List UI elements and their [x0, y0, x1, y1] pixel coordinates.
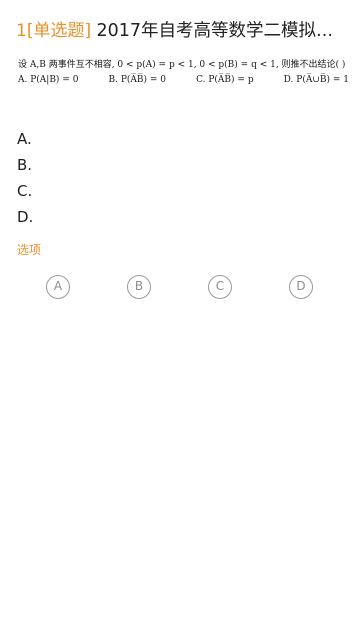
answer-choice-row: A B C D — [0, 275, 360, 303]
answer-button-c[interactable]: C — [208, 275, 232, 299]
option-b[interactable]: B. — [17, 152, 347, 178]
answer-button-d[interactable]: D — [289, 275, 313, 299]
question-stem-image: 设 A,B 两事件互不相容, 0 < p(A) = p < 1, 0 < p(B… — [18, 58, 353, 92]
question-type-label: [单选题] — [26, 21, 92, 41]
option-c[interactable]: C. — [17, 178, 347, 204]
options-section-label: 选项 — [17, 243, 42, 257]
question-number: 1 — [16, 21, 27, 41]
stem-choice-c: C. P(A̅B̅) = p — [196, 75, 254, 85]
stem-choice-b: B. P(A̅B̅) = 0 — [108, 75, 167, 85]
stem-choice-a: A. P(A|B) = 0 — [18, 75, 79, 85]
stem-choice-d: D. P(A̅∪B̅) = 1 — [283, 75, 349, 85]
option-list: A. B. C. D. — [17, 126, 347, 230]
question-header: 1[单选题] 2017年自考高等数学二模拟试... — [16, 14, 346, 48]
option-d[interactable]: D. — [17, 204, 347, 230]
answer-button-b[interactable]: B — [127, 275, 151, 299]
answer-button-a[interactable]: A — [46, 275, 70, 299]
question-stem-text: 设 A,B 两事件互不相容, 0 < p(A) = p < 1, 0 < p(B… — [18, 60, 346, 70]
option-a[interactable]: A. — [17, 126, 347, 152]
question-title: 2017年自考高等数学二模拟试... — [96, 21, 347, 41]
question-stem-choices: A. P(A|B) = 0 B. P(A̅B̅) = 0 C. P(A̅B̅) … — [18, 73, 353, 88]
